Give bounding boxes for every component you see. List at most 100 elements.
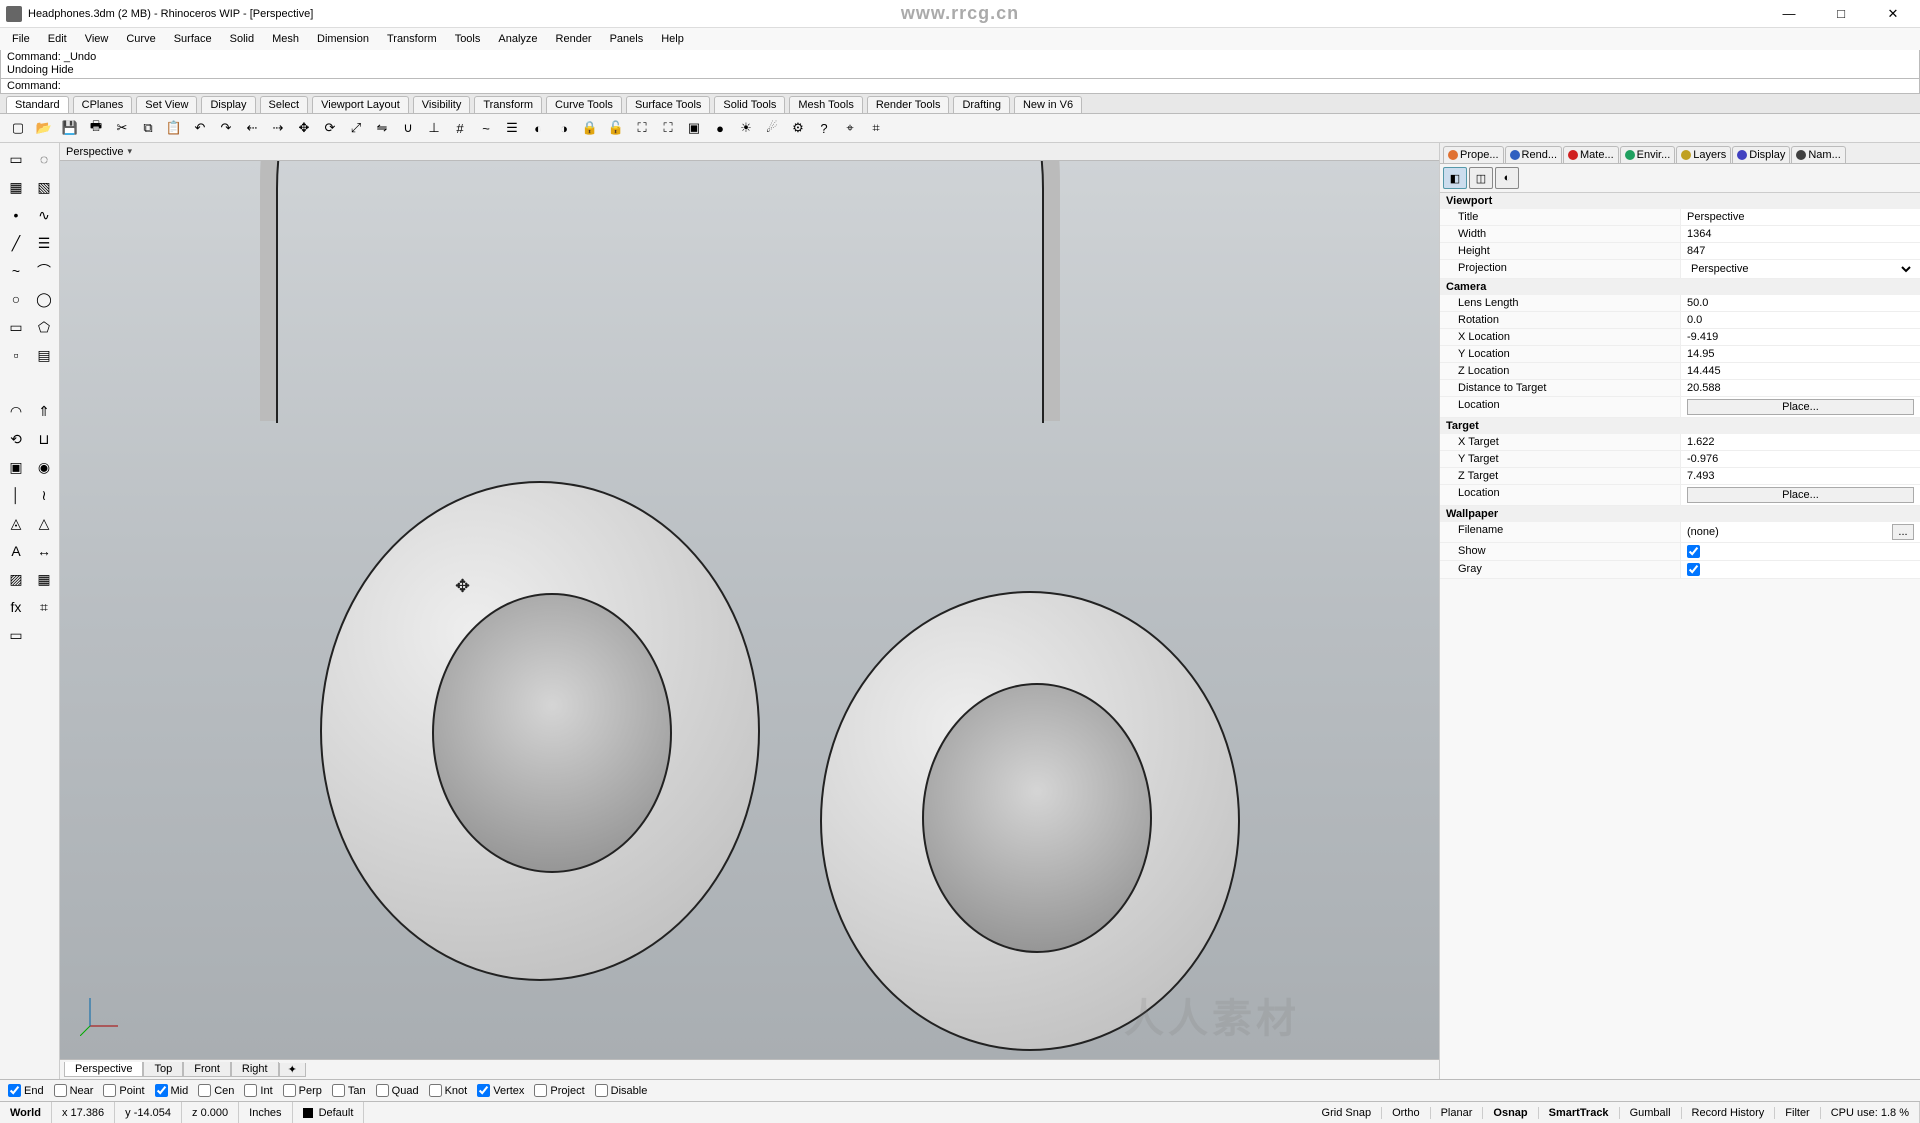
line-icon[interactable]: ~ — [3, 258, 29, 284]
toolbar-tab-curve-tools[interactable]: Curve Tools — [546, 96, 622, 113]
join-icon[interactable]: ∪ — [396, 116, 420, 140]
osnap-check-mid[interactable] — [155, 1084, 168, 1097]
show-icon[interactable]: ◑ — [552, 116, 576, 140]
prop-value-rotation[interactable]: 0.0 — [1680, 312, 1920, 329]
osnap-check-near[interactable] — [54, 1084, 67, 1097]
mirror-icon[interactable]: ⇋ — [370, 116, 394, 140]
ext-icon[interactable]: ⟲ — [3, 426, 29, 452]
prop-value-width[interactable]: 1364 — [1680, 226, 1920, 243]
bool-icon[interactable]: ▣ — [3, 454, 29, 480]
sphere-icon[interactable]: ● — [708, 116, 732, 140]
osnap-check-disable[interactable] — [595, 1084, 608, 1097]
toolbar-tab-viewport-layout[interactable]: Viewport Layout — [312, 96, 409, 113]
open-icon[interactable]: 📂 — [32, 116, 56, 140]
menu-help[interactable]: Help — [653, 31, 692, 47]
prop-value-x-location[interactable]: -9.419 — [1680, 329, 1920, 346]
toolbar-tab-new-in-v6[interactable]: New in V6 — [1014, 96, 1082, 113]
new-icon[interactable]: ▢ — [6, 116, 30, 140]
sphere-icon[interactable]: │ — [3, 482, 29, 508]
cplane2-icon[interactable]: ▧ — [31, 174, 57, 200]
lasso-icon[interactable]: ◌ — [31, 146, 57, 172]
osnap-check-cen[interactable] — [198, 1084, 211, 1097]
panel-tab-envir[interactable]: Envir... — [1620, 146, 1676, 163]
status-toggle-smarttrack[interactable]: SmartTrack — [1539, 1107, 1620, 1119]
browse-button[interactable]: ... — [1892, 524, 1914, 540]
command-line[interactable]: Command: — [0, 79, 1920, 94]
poly-icon[interactable]: ⌒ — [31, 258, 57, 284]
pt-icon[interactable]: ╱ — [3, 230, 29, 256]
osnap-check-end[interactable] — [8, 1084, 21, 1097]
render-icon[interactable]: ☀ — [734, 116, 758, 140]
prop-select[interactable]: Perspective — [1687, 262, 1914, 276]
group-icon[interactable]: ⛶ — [630, 116, 654, 140]
select-icon[interactable]: ▭ — [3, 146, 29, 172]
curve-icon[interactable]: ○ — [3, 286, 29, 312]
status-toggle-filter[interactable]: Filter — [1775, 1107, 1820, 1119]
viewport-tab-front[interactable]: Front — [183, 1062, 231, 1077]
loft-icon[interactable]: ⇑ — [31, 398, 57, 424]
menu-tools[interactable]: Tools — [447, 31, 489, 47]
move-icon[interactable]: ✥ — [292, 116, 316, 140]
paste-icon[interactable]: 📋 — [162, 116, 186, 140]
adj-icon[interactable]: ⊥ — [422, 116, 446, 140]
ungroup-icon[interactable]: ⛶ — [656, 116, 680, 140]
ptA-icon[interactable]: ⇠ — [240, 116, 264, 140]
material-properties-icon[interactable]: ◐ — [1495, 167, 1519, 189]
rect-icon[interactable]: ▫ — [3, 342, 29, 368]
panel-tab-mate[interactable]: Mate... — [1563, 146, 1619, 163]
prop-value-height[interactable]: 847 — [1680, 243, 1920, 260]
status-units[interactable]: Inches — [239, 1102, 292, 1123]
status-toggle-planar[interactable]: Planar — [1431, 1107, 1484, 1119]
cut-icon[interactable]: ✂ — [110, 116, 134, 140]
osnap-end[interactable]: End — [8, 1084, 44, 1097]
osnap-check-int[interactable] — [244, 1084, 257, 1097]
viewport-tab-add[interactable]: ✦ — [279, 1063, 306, 1077]
rev-icon[interactable]: ⊔ — [31, 426, 57, 452]
prop-checkbox-gray[interactable] — [1687, 563, 1700, 576]
prop-checkbox-show[interactable] — [1687, 545, 1700, 558]
toolbar-tab-select[interactable]: Select — [260, 96, 309, 113]
menu-render[interactable]: Render — [548, 31, 600, 47]
menu-dimension[interactable]: Dimension — [309, 31, 377, 47]
prop-value-y-target[interactable]: -0.976 — [1680, 451, 1920, 468]
osnap-cen[interactable]: Cen — [198, 1084, 234, 1097]
calc-icon[interactable]: ▭ — [3, 622, 29, 648]
toolbar-tab-cplanes[interactable]: CPlanes — [73, 96, 133, 113]
undo-icon[interactable]: ↶ — [188, 116, 212, 140]
scale-icon[interactable]: ⤢ — [344, 116, 368, 140]
osnap-check-point[interactable] — [103, 1084, 116, 1097]
snap-icon[interactable]: # — [448, 116, 472, 140]
toolbar-tab-visibility[interactable]: Visibility — [413, 96, 471, 113]
help-icon[interactable]: ? — [812, 116, 836, 140]
chevron-down-icon[interactable]: ▾ — [127, 146, 132, 157]
toolbar-tab-drafting[interactable]: Drafting — [953, 96, 1010, 113]
command-input[interactable] — [65, 80, 1913, 92]
osnap-int[interactable]: Int — [244, 1084, 272, 1097]
status-cplane[interactable]: World — [0, 1102, 52, 1123]
toolbar-tab-set-view[interactable]: Set View — [136, 96, 197, 113]
osnap-disable[interactable]: Disable — [595, 1084, 648, 1097]
osnap-mid[interactable]: Mid — [155, 1084, 189, 1097]
toolbar-tab-surface-tools[interactable]: Surface Tools — [626, 96, 710, 113]
toolbar-tab-display[interactable]: Display — [201, 96, 255, 113]
raytrace-icon[interactable]: ☄ — [760, 116, 784, 140]
viewport-canvas[interactable]: ✥ — [60, 161, 1439, 1059]
circle-icon[interactable]: ▭ — [3, 314, 29, 340]
subd-icon[interactable]: A — [3, 538, 29, 564]
pipe-icon[interactable]: ≀ — [31, 482, 57, 508]
dim-icon[interactable]: ▨ — [3, 566, 29, 592]
close-button[interactable]: ✕ — [1876, 3, 1910, 25]
ellipse-icon[interactable]: ⬠ — [31, 314, 57, 340]
osnap-quad[interactable]: Quad — [376, 1084, 419, 1097]
redo-icon[interactable]: ↷ — [214, 116, 238, 140]
lock-icon[interactable]: 🔒 — [578, 116, 602, 140]
menu-panels[interactable]: Panels — [602, 31, 652, 47]
panel-tab-prope[interactable]: Prope... — [1443, 146, 1504, 163]
status-toggle-ortho[interactable]: Ortho — [1382, 1107, 1431, 1119]
prop-value-title[interactable]: Perspective — [1680, 209, 1920, 226]
prop-value-lens-length[interactable]: 50.0 — [1680, 295, 1920, 312]
prop-value-distance-to-target[interactable]: 20.588 — [1680, 380, 1920, 397]
toolbar-tab-standard[interactable]: Standard — [6, 96, 69, 113]
prop-button-location[interactable]: Place... — [1687, 487, 1914, 503]
viewport-properties-icon[interactable]: ◧ — [1443, 167, 1467, 189]
